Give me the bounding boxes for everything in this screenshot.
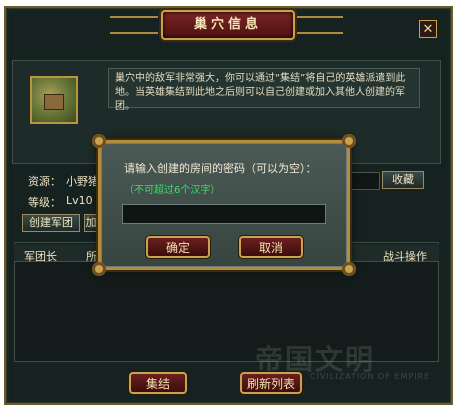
- gather-button[interactable]: 集结: [129, 372, 187, 394]
- cancel-button[interactable]: 取消: [239, 236, 303, 258]
- dialog-corner-ornament: [342, 262, 356, 276]
- lair-building-icon: [44, 94, 64, 110]
- level-label: 等级：: [28, 196, 61, 209]
- join-legion-button[interactable]: 加: [84, 214, 98, 232]
- dialog-corner-ornament: [92, 134, 106, 148]
- title-ornament-left: [110, 16, 158, 34]
- resource-label: 资源：: [28, 175, 61, 188]
- description-box: 巢穴中的敌军非常强大，你可以通过“集结”将自己的英雄派遣到此地。当英雄集结到此地…: [108, 68, 420, 112]
- lair-thumbnail: [30, 76, 78, 124]
- close-icon[interactable]: ✕: [419, 20, 437, 38]
- password-input[interactable]: [122, 204, 326, 224]
- refresh-list-button[interactable]: 刷新列表: [240, 372, 302, 394]
- title-ornament-right: [295, 16, 343, 34]
- password-prompt: 请输入创建的房间的密码（可以为空）：: [124, 162, 317, 175]
- watermark-subtitle: CIVILIZATION OF EMPIRE: [310, 372, 431, 381]
- description-text: 巢穴中的敌军非常强大，你可以通过“集结”将自己的英雄派遣到此地。当英雄集结到此地…: [115, 73, 406, 112]
- dialog-corner-ornament: [92, 262, 106, 276]
- column-battle-action: 战斗操作: [383, 250, 427, 263]
- column-leader: 军团长: [24, 250, 57, 263]
- window-title: 巢穴信息: [161, 10, 295, 40]
- password-hint: （不可超过6个汉字）: [124, 185, 221, 196]
- resource-value: 小野猪: [66, 175, 99, 188]
- dialog-corner-ornament: [342, 134, 356, 148]
- bookmark-button[interactable]: 收藏: [382, 171, 424, 189]
- create-legion-button[interactable]: 创建军团: [22, 214, 80, 232]
- confirm-button[interactable]: 确定: [146, 236, 210, 258]
- level-value: Lv10: [66, 194, 93, 207]
